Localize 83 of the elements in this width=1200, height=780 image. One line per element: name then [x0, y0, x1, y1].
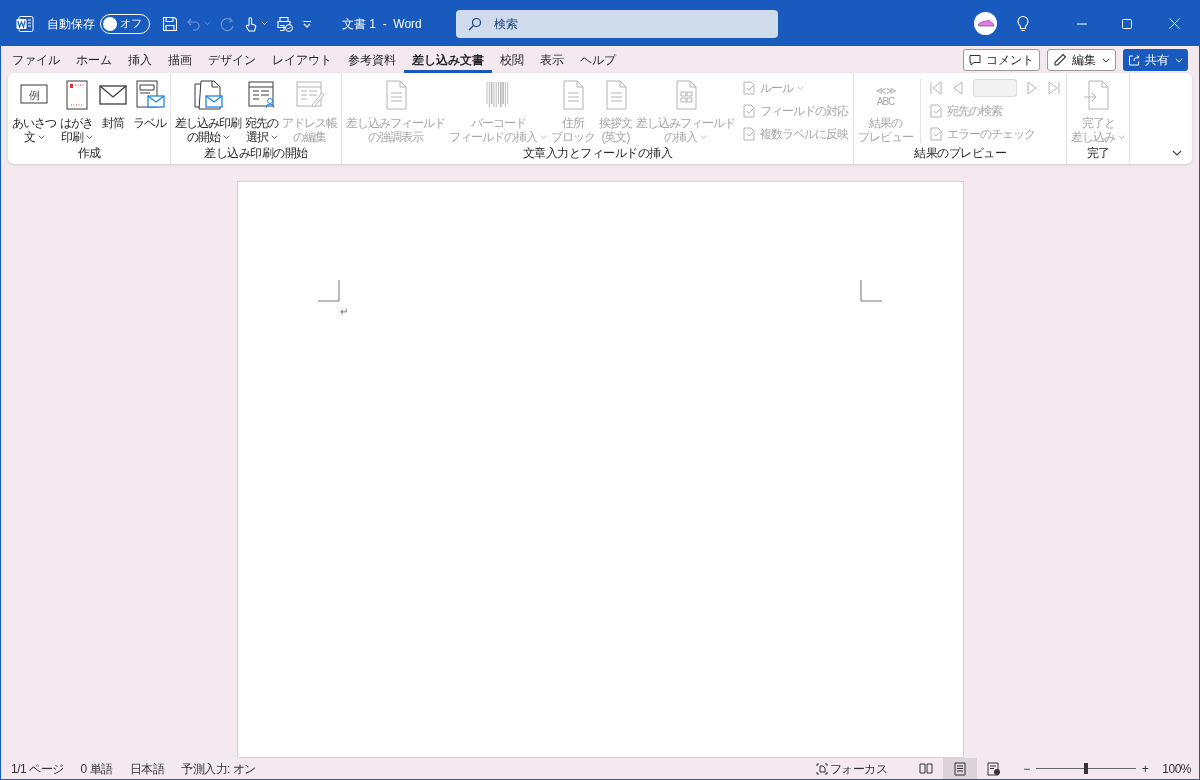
printer-button[interactable] — [276, 15, 294, 32]
focus-button[interactable]: フォーカス — [815, 759, 888, 778]
menu-tab[interactable]: 描画 — [160, 46, 200, 73]
ribbon-icon — [929, 127, 943, 141]
chevron-down-icon — [797, 85, 804, 91]
focus-icon — [815, 762, 828, 775]
menu-tab[interactable]: 挿入 — [120, 46, 160, 73]
customize-chevron-icon — [302, 19, 312, 28]
comment-icon — [969, 53, 981, 66]
customize-chevron-button[interactable] — [302, 19, 312, 28]
menu-tab[interactable]: 表示 — [532, 46, 572, 73]
status-text[interactable]: 予測入力: オン — [181, 759, 256, 778]
book-icon — [919, 761, 934, 776]
group-label: 完了 — [1086, 146, 1110, 160]
slider-thumb[interactable] — [1083, 763, 1088, 774]
zoom-slider[interactable] — [1035, 763, 1136, 774]
group-label: 作成 — [77, 146, 101, 160]
zoom-out-button[interactable]: − — [1023, 759, 1030, 778]
ribbon-button[interactable]: 例 あいさつ 文 — [11, 79, 57, 144]
window-title: 文書 1 - Word — [342, 15, 422, 33]
word-logo-icon[interactable] — [16, 15, 34, 32]
page-icon — [953, 761, 968, 776]
chevron-down-icon — [1118, 134, 1125, 140]
maximize-icon — [1121, 18, 1132, 29]
ribbon-icon — [742, 81, 756, 95]
chevron-down-icon — [222, 134, 230, 140]
ribbon-icon — [192, 79, 224, 113]
globe-page-icon — [987, 761, 1002, 776]
comment-button[interactable]: コメント — [963, 48, 1040, 71]
status-text[interactable]: 1/1 ページ — [11, 759, 64, 778]
share-button[interactable]: 共有 — [1123, 48, 1188, 71]
preview-results-icon: ≪ ≫ ABC — [869, 79, 902, 113]
search-field[interactable]: 検索 — [455, 9, 778, 38]
menu-tab[interactable]: ホーム — [68, 46, 120, 73]
chevron-down-icon — [261, 21, 268, 26]
status-text[interactable]: 0 単語 — [80, 759, 113, 778]
ribbon-button[interactable]: 封筒 — [96, 79, 130, 130]
save-button[interactable] — [162, 15, 178, 32]
ribbon-icon — [742, 127, 756, 141]
search-icon — [467, 16, 482, 31]
ribbon-button[interactable]: ラベル — [132, 79, 167, 130]
menu-tab[interactable]: ヘルプ — [572, 46, 624, 73]
chevron-down-icon — [700, 134, 707, 140]
margin-corner-mark — [859, 280, 882, 302]
menu-tab[interactable]: 校閲 — [492, 46, 532, 73]
hand-pointer-icon — [243, 15, 259, 32]
pencil-icon — [1053, 52, 1067, 67]
ribbon-button[interactable]: 宛先の 選択 — [244, 79, 279, 144]
ribbon-button[interactable]: 差し込み印刷 の開始 — [174, 79, 242, 144]
menu-tab[interactable]: 参考資料 — [340, 46, 404, 73]
chevron-down-icon — [1102, 57, 1110, 63]
share-icon — [1128, 53, 1140, 66]
zoom-in-button[interactable]: + — [1141, 759, 1149, 778]
zoom-level[interactable]: 100% — [1162, 759, 1191, 778]
close-icon — [1168, 18, 1180, 29]
chevron-down-icon — [204, 21, 211, 26]
chevron-down-icon — [1175, 57, 1183, 63]
edit-button[interactable]: 編集 — [1047, 48, 1116, 71]
chevron-down-icon — [540, 134, 547, 140]
printer-icon — [276, 15, 294, 32]
hand-pointer-button[interactable] — [243, 15, 268, 32]
group-label: 文章入力とフィールドの挿入 — [522, 146, 673, 160]
chevron-down-icon — [85, 134, 93, 140]
redo-icon — [219, 15, 235, 32]
collapse-ribbon-icon[interactable] — [1172, 150, 1182, 156]
status-text[interactable]: 日本語 — [129, 759, 165, 778]
group-label: 差し込み印刷の開始 — [204, 146, 308, 160]
ribbon-button[interactable]: はがき 印刷 — [59, 79, 94, 144]
autosave-label: 自動保存 — [47, 15, 95, 33]
save-icon — [162, 15, 178, 32]
menu-tab[interactable]: ファイル — [4, 46, 68, 73]
margin-corner-mark — [317, 280, 340, 302]
ribbon-icon — [742, 104, 756, 118]
menu-tab[interactable]: デザイン — [200, 46, 264, 73]
chevron-down-icon — [37, 134, 45, 140]
lightbulb-icon[interactable] — [1017, 15, 1029, 32]
minimize-icon — [1076, 22, 1087, 25]
avatar[interactable] — [974, 12, 997, 35]
ribbon-icon — [929, 104, 943, 118]
paragraph-mark: ↵ — [339, 305, 348, 319]
group-label: 結果のプレビュー — [914, 146, 1006, 160]
chevron-down-icon — [270, 134, 278, 140]
menu-tab[interactable]: レイアウト — [264, 46, 340, 73]
